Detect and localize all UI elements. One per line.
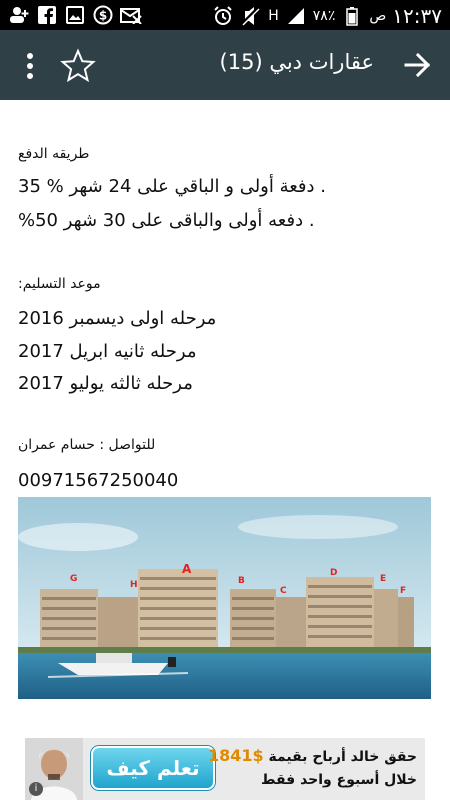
contact-phone[interactable]: 00971567250040	[18, 470, 438, 491]
payment-option-1: . دفعة أولى و الباقي على 24 شهر % 35	[18, 176, 326, 197]
project-photo: A B C D E F G H	[18, 497, 431, 699]
status-bar: $ H ٧٨٪ ص ١٢:٣٧	[0, 0, 450, 30]
ad-learn-button[interactable]: تعلم كيف	[91, 746, 215, 790]
status-right-icons: H ٧٨٪ ص ١٢:٣٧	[212, 4, 442, 28]
delivery-title: موعد التسليم:	[18, 276, 101, 292]
am-pm: ص	[369, 8, 387, 24]
image-icon	[64, 4, 86, 26]
ad-headline: حقق خالد أرباح بقيمة $1841	[208, 746, 417, 765]
delivery-phase-2: مرحله ثانيه ابريل 2017	[18, 341, 197, 362]
delivery-phase-1: مرحله اولى ديسمبر 2016	[18, 308, 217, 329]
battery-level: ٧٨٪	[312, 8, 336, 24]
facebook-icon	[36, 4, 58, 26]
dollar-icon: $	[92, 4, 114, 26]
photo-label-a: A	[182, 562, 192, 576]
ad-info-icon[interactable]: i	[29, 782, 43, 796]
mute-icon	[240, 5, 262, 27]
clock: ١٢:٣٧	[392, 4, 442, 28]
photo-label-g: G	[70, 574, 77, 584]
contact-name: للتواصل : حسام عمران	[18, 437, 156, 453]
star-icon[interactable]	[60, 48, 96, 84]
payment-option-2: . دفعه أولى والباقى على 30 شهر 50%	[18, 210, 315, 231]
ad-price: $1841	[207, 746, 264, 765]
status-left-icons: $	[8, 4, 142, 26]
network-type: H	[268, 8, 279, 24]
email-off-icon	[120, 4, 142, 26]
battery-icon	[341, 5, 363, 27]
alarm-icon	[212, 5, 234, 27]
photo-label-f: F	[400, 586, 406, 596]
more-vert-icon[interactable]	[20, 52, 40, 80]
delivery-phase-3: مرحله ثالثه يوليو 2017	[18, 373, 193, 394]
ad-headline-text: حقق خالد أرباح بقيمة	[268, 749, 417, 765]
payment-title: طريقه الدفع	[18, 146, 90, 162]
svg-text:$: $	[99, 9, 107, 23]
photo-label-e: E	[380, 574, 386, 584]
photo-label-d: D	[330, 568, 337, 578]
photo-label-c: C	[280, 586, 287, 596]
back-arrow-icon[interactable]	[402, 48, 432, 82]
ad-subline: خلال أسبوع واحد فقط	[260, 772, 417, 788]
app-bar: عقارات دبي (15)	[0, 30, 450, 100]
page-title: عقارات دبي (15)	[219, 50, 374, 74]
photo-label-b: B	[238, 576, 245, 586]
photo-label-h: H	[130, 580, 138, 590]
ad-banner[interactable]: i تعلم كيف حقق خالد أرباح بقيمة $1841 خل…	[25, 738, 425, 800]
add-user-icon	[8, 4, 30, 26]
signal-icon	[285, 5, 307, 27]
